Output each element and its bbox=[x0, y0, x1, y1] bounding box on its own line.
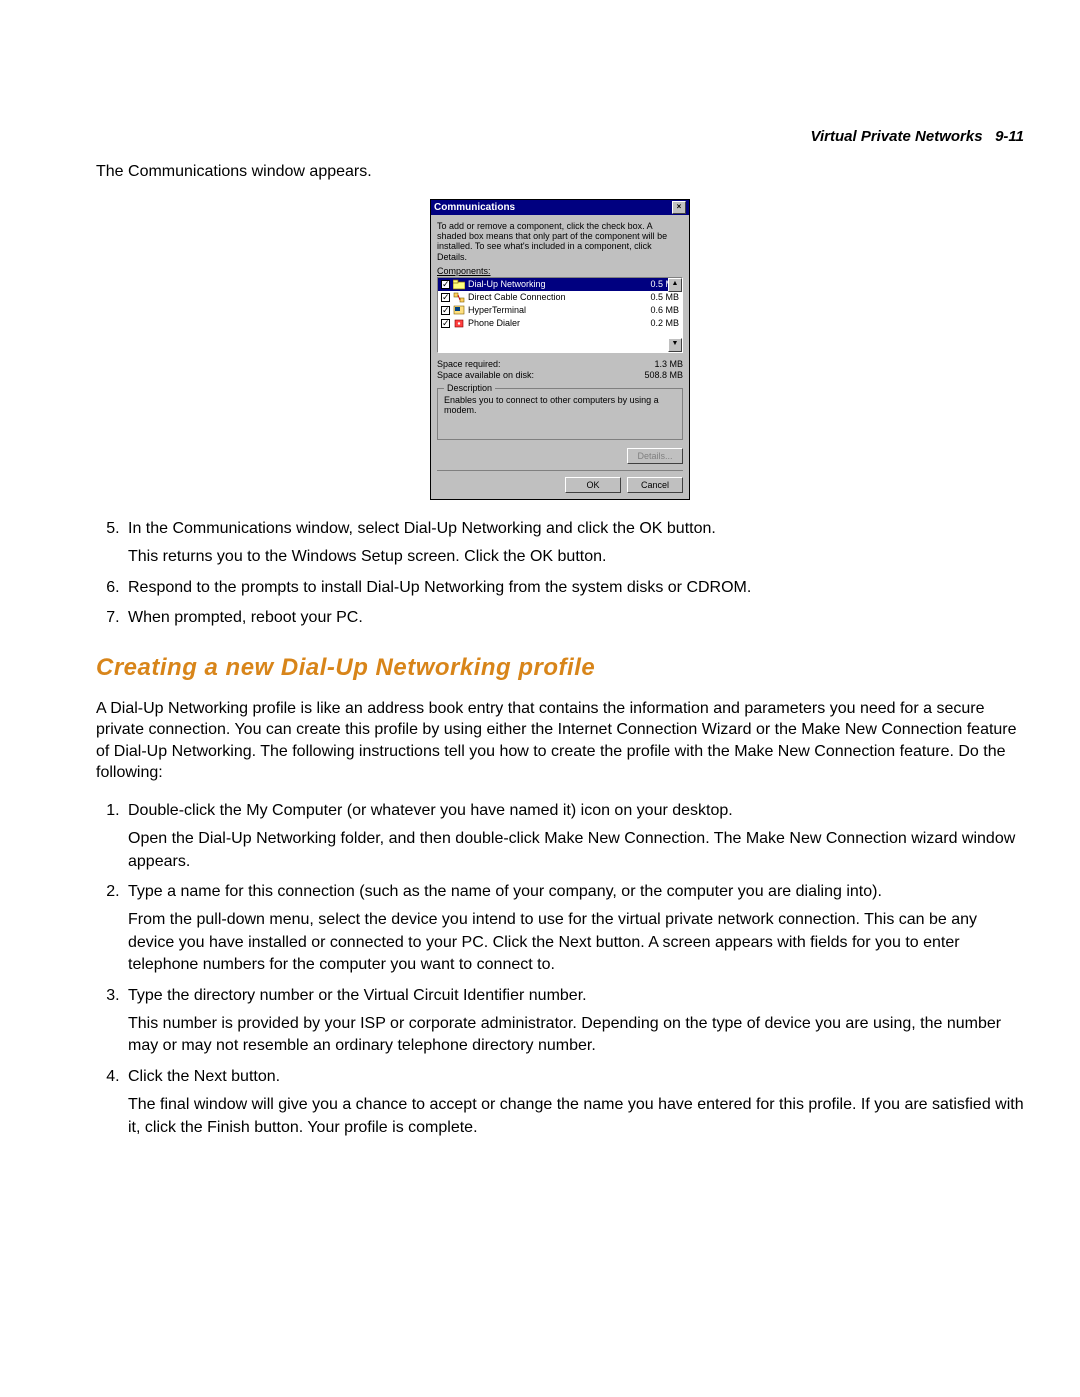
step-item: Double-click the My Computer (or whateve… bbox=[124, 800, 1024, 873]
space-available-row: Space available on disk: 508.8 MB bbox=[437, 370, 683, 380]
profile-steps-list: Double-click the My Computer (or whateve… bbox=[96, 800, 1024, 1139]
header-page-number: 9-11 bbox=[995, 128, 1024, 145]
step-main: Type the directory number or the Virtual… bbox=[128, 987, 587, 1004]
step-sub: Open the Dial-Up Networking folder, and … bbox=[128, 828, 1024, 873]
cancel-button[interactable]: Cancel bbox=[627, 477, 683, 493]
cable-icon bbox=[453, 292, 465, 303]
step-sub: This number is provided by your ISP or c… bbox=[128, 1013, 1024, 1058]
install-steps-list: In the Communications window, select Dia… bbox=[96, 518, 1024, 630]
list-item-size: 0.2 MB bbox=[635, 318, 679, 328]
checkbox-icon[interactable] bbox=[441, 280, 450, 289]
terminal-icon bbox=[453, 305, 465, 316]
step-main: Type a name for this connection (such as… bbox=[128, 883, 882, 900]
dialog-instructions: To add or remove a component, click the … bbox=[437, 221, 683, 262]
components-listbox[interactable]: Dial-Up Networking 0.5 MB Direct Cable C… bbox=[437, 277, 683, 353]
folder-icon bbox=[453, 279, 465, 290]
space-required-label: Space required: bbox=[437, 359, 501, 369]
phone-icon bbox=[453, 318, 465, 329]
checkbox-icon[interactable] bbox=[441, 319, 450, 328]
list-item[interactable]: Dial-Up Networking 0.5 MB bbox=[438, 278, 682, 291]
space-required-value: 1.3 MB bbox=[654, 359, 683, 369]
section-intro: A Dial-Up Networking profile is like an … bbox=[96, 698, 1024, 784]
step-sub: This returns you to the Windows Setup sc… bbox=[128, 546, 1024, 568]
dialog-titlebar: Communications × bbox=[431, 200, 689, 215]
space-required-row: Space required: 1.3 MB bbox=[437, 359, 683, 369]
step-item: Click the Next button. The final window … bbox=[124, 1066, 1024, 1139]
scroll-down-icon[interactable]: ▼ bbox=[668, 338, 682, 352]
list-item-name: Dial-Up Networking bbox=[468, 279, 635, 289]
page-header: Virtual Private Networks 9-11 bbox=[96, 128, 1024, 145]
list-item-name: Direct Cable Connection bbox=[468, 292, 635, 302]
description-group: Description Enables you to connect to ot… bbox=[437, 388, 683, 440]
dialog-title-text: Communications bbox=[434, 202, 515, 213]
scroll-up-icon[interactable]: ▲ bbox=[668, 278, 682, 292]
space-available-value: 508.8 MB bbox=[644, 370, 683, 380]
close-icon[interactable]: × bbox=[672, 201, 686, 214]
space-available-label: Space available on disk: bbox=[437, 370, 534, 380]
details-button: Details... bbox=[627, 448, 683, 464]
list-item-size: 0.5 MB bbox=[635, 292, 679, 302]
step-main: Click the Next button. bbox=[128, 1068, 280, 1085]
step-main: Double-click the My Computer (or whateve… bbox=[128, 802, 733, 819]
step-sub: From the pull-down menu, select the devi… bbox=[128, 909, 1024, 976]
step-main: Respond to the prompts to install Dial-U… bbox=[128, 579, 751, 596]
list-item-name: Phone Dialer bbox=[468, 318, 635, 328]
checkbox-icon[interactable] bbox=[441, 306, 450, 315]
section-heading: Creating a new Dial-Up Networking profil… bbox=[96, 654, 1024, 682]
step-sub: The final window will give you a chance … bbox=[128, 1094, 1024, 1139]
step-item: Type the directory number or the Virtual… bbox=[124, 985, 1024, 1058]
list-item-name: HyperTerminal bbox=[468, 305, 635, 315]
step-item: Type a name for this connection (such as… bbox=[124, 881, 1024, 977]
step-main: When prompted, reboot your PC. bbox=[128, 609, 363, 626]
description-text: Enables you to connect to other computer… bbox=[444, 395, 676, 415]
list-item[interactable]: Phone Dialer 0.2 MB bbox=[438, 317, 682, 330]
list-item-size: 0.6 MB bbox=[635, 305, 679, 315]
intro-line: The Communications window appears. bbox=[96, 161, 1024, 183]
step-main: In the Communications window, select Dia… bbox=[128, 520, 716, 537]
list-item[interactable]: Direct Cable Connection 0.5 MB bbox=[438, 291, 682, 304]
step-item: When prompted, reboot your PC. bbox=[124, 607, 1024, 629]
description-group-label: Description bbox=[444, 383, 495, 393]
step-item: Respond to the prompts to install Dial-U… bbox=[124, 577, 1024, 599]
ok-button[interactable]: OK bbox=[565, 477, 621, 493]
communications-dialog: Communications × To add or remove a comp… bbox=[430, 199, 690, 500]
list-item[interactable]: HyperTerminal 0.6 MB bbox=[438, 304, 682, 317]
header-section-title: Virtual Private Networks bbox=[811, 128, 983, 145]
step-item: In the Communications window, select Dia… bbox=[124, 518, 1024, 569]
components-label: Components: bbox=[437, 266, 683, 276]
checkbox-icon[interactable] bbox=[441, 293, 450, 302]
